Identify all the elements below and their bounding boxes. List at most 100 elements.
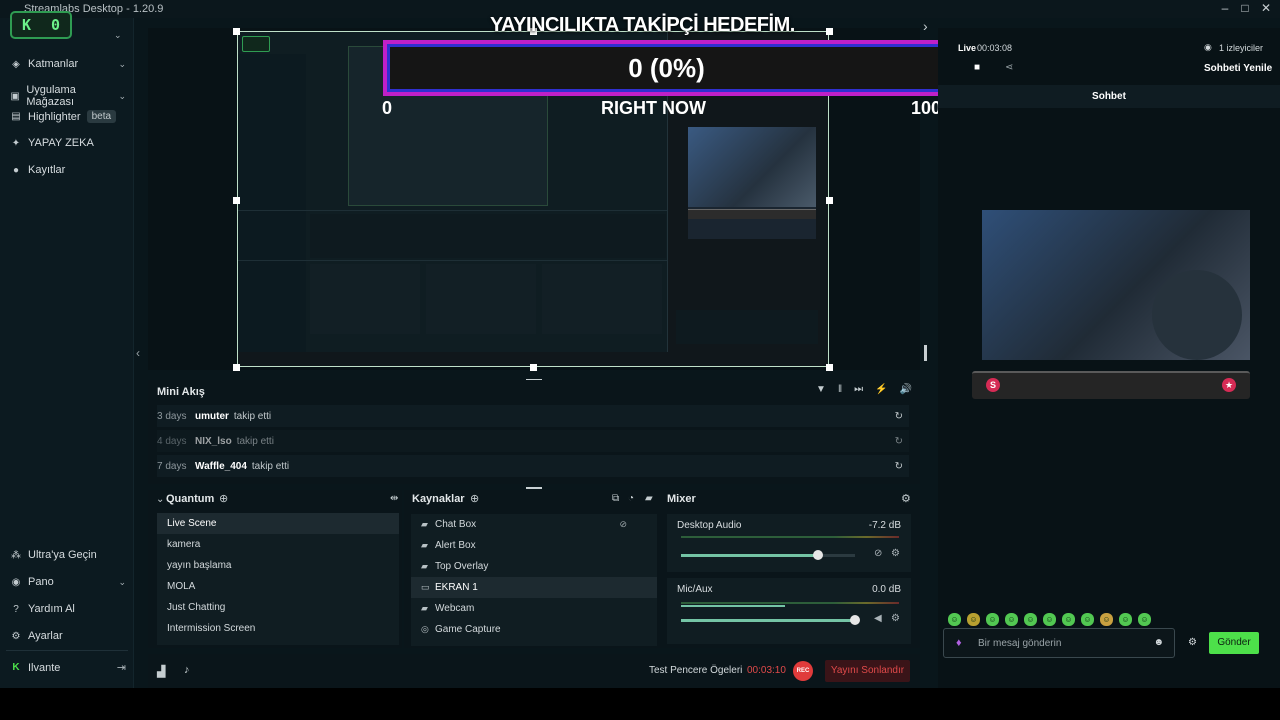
microphone-icon[interactable]: ♦ (956, 637, 962, 649)
resize-handle[interactable] (233, 28, 240, 35)
gear-icon[interactable]: ⚙ (901, 492, 911, 505)
emote-icon[interactable]: ☺ (1081, 613, 1094, 626)
emote-icon[interactable]: ☺ (948, 613, 961, 626)
sidebar-item-katmanlar[interactable]: ◈ Katmanlar ⌄ (10, 58, 126, 70)
emote-icon[interactable]: ☺ (1100, 613, 1113, 626)
logout-icon[interactable]: ⇥ (117, 661, 126, 674)
sidebar-item-settings[interactable]: ⚙ Ayarlar (10, 630, 126, 642)
add-folder-icon[interactable]: ▰ (645, 493, 653, 504)
chat-placeholder: Bir mesaj gönderin (978, 638, 1062, 649)
sidebar-item-ultra[interactable]: ⁂ Ultra'ya Geçin (10, 549, 126, 561)
volume-slider[interactable] (681, 550, 855, 560)
scene-collection-title[interactable]: Quantum (166, 493, 214, 505)
gear-icon[interactable]: ⚙ (1188, 637, 1197, 648)
monitor-icon: ▭ (421, 582, 430, 592)
hidden-eye-icon[interactable]: ⊘ (619, 519, 627, 530)
emoji-icon[interactable]: ☻ (1153, 637, 1164, 648)
source-item[interactable]: ▰ Chat Box ⊘ (411, 514, 657, 535)
volume-fill (681, 619, 855, 622)
camera-icon[interactable]: ■ (974, 62, 980, 73)
resize-handle[interactable] (826, 28, 833, 35)
rec-button[interactable]: REC (793, 661, 813, 681)
source-item[interactable]: ▰ Top Overlay (411, 556, 657, 577)
chevron-right-icon[interactable]: › (923, 18, 928, 34)
scene-item[interactable]: MOLA (157, 576, 399, 597)
emote-icon[interactable]: ☺ (1138, 613, 1151, 626)
chevron-down-icon[interactable]: ⌄ (114, 30, 122, 41)
sidebar-item-dashboard[interactable]: ◉ Pano ⌄ (10, 576, 126, 588)
sidebar-item-highlighter[interactable]: ▤ Highlighter beta (10, 110, 126, 123)
resize-handle[interactable] (826, 364, 833, 371)
minimize-button[interactable]: – (1215, 1, 1235, 15)
volume-knob[interactable] (850, 615, 860, 625)
stats-icon[interactable]: ▟ (157, 665, 165, 678)
pause-icon[interactable]: ‖ (838, 384, 842, 395)
replay-icon[interactable]: ↻ (895, 461, 903, 472)
chat-input[interactable]: ♦ Bir mesaj gönderin ☻ (943, 628, 1175, 658)
mute-notifications-icon[interactable]: ⚡ (875, 384, 887, 395)
drag-handle[interactable] (526, 487, 542, 489)
source-properties-icon[interactable]: ⧉ (612, 493, 619, 504)
chat-tab[interactable]: Sohbet (938, 85, 1280, 108)
test-widgets-button[interactable]: Test Pencere Ögeleri (649, 665, 742, 676)
resize-handle[interactable] (826, 197, 833, 204)
volume-knob[interactable] (813, 550, 824, 560)
replay-icon[interactable]: ↻ (895, 436, 903, 447)
add-scene-icon[interactable]: ⊕ (219, 492, 228, 505)
source-item[interactable]: ▰ Webcam (411, 598, 657, 619)
end-stream-button[interactable]: Yayını Sonlandır (825, 660, 910, 682)
resize-handle[interactable] (233, 364, 240, 371)
chevron-down-icon[interactable]: ⌄ (156, 494, 164, 505)
source-item[interactable]: ◎ Game Capture (411, 619, 657, 640)
emote-icon[interactable]: ☺ (1062, 613, 1075, 626)
filter-icon[interactable]: ▼ (816, 384, 826, 395)
nested-scenes (310, 264, 420, 334)
source-item[interactable]: ▰ Alert Box (411, 535, 657, 556)
share-icon[interactable]: ⋖ (1005, 62, 1013, 73)
emote-icon[interactable]: ☺ (1119, 613, 1132, 626)
user-account[interactable]: K Ilvante ⇥ (10, 661, 126, 675)
add-source-icon[interactable]: ⊕ (470, 492, 479, 505)
resize-handle[interactable] (233, 197, 240, 204)
replay-icon[interactable]: ↻ (895, 411, 903, 422)
emote-icon[interactable]: ☺ (1043, 613, 1056, 626)
visibility-icon[interactable]: ◔ (628, 493, 634, 504)
scene-list: Live Scene kamera yayın başlama MOLA Jus… (157, 513, 399, 645)
emote-icon[interactable]: ☺ (1024, 613, 1037, 626)
viewer-count: 1 izleyiciler (1219, 43, 1264, 53)
emote-icon[interactable]: ☺ (1005, 613, 1018, 626)
brand-badge-text: 0 (50, 16, 61, 34)
webcam-frame-bar (688, 209, 816, 219)
star-icon: ★ (1222, 378, 1236, 392)
emote-icon[interactable]: ☺ (967, 613, 980, 626)
volume-slider[interactable] (681, 615, 860, 625)
bell-icon[interactable]: ♪ (184, 664, 190, 676)
send-button[interactable]: Gönder (1209, 632, 1259, 654)
volume-icon[interactable]: ◀ (874, 613, 882, 624)
sidebar-item-recordings[interactable]: ● Kayıtlar (10, 164, 126, 176)
sidebar-item-ai[interactable]: ✦ YAPAY ZEKA (10, 137, 126, 149)
scene-item[interactable]: Just Chatting (157, 597, 399, 618)
resize-handle[interactable] (530, 364, 537, 371)
scene-item[interactable]: yayın başlama (157, 555, 399, 576)
sidebar-item-help[interactable]: ? Yardım Al (10, 603, 126, 615)
transition-icon[interactable]: ⇹ (390, 493, 398, 504)
sidebar-item-store[interactable]: ▣ Uygulama Mağazası ⌄ (10, 84, 126, 108)
goal-max: 100 (911, 98, 942, 118)
scene-item[interactable]: Live Scene (157, 513, 399, 534)
volume-icon[interactable]: 🔊 (900, 384, 912, 395)
panel-resize-handle[interactable] (924, 345, 927, 361)
source-label: EKRAN 1 (435, 582, 478, 593)
scene-item[interactable]: kamera (157, 534, 399, 555)
gear-icon[interactable]: ⚙ (891, 548, 900, 559)
source-item[interactable]: ▭ EKRAN 1 (411, 577, 657, 598)
scene-item[interactable]: Intermission Screen (157, 618, 399, 639)
skip-icon[interactable]: ⏭ (854, 384, 863, 395)
close-button[interactable]: ✕ (1256, 1, 1276, 15)
chevron-left-icon[interactable]: ‹ (136, 346, 140, 360)
gear-icon[interactable]: ⚙ (891, 613, 900, 624)
maximize-button[interactable]: □ (1235, 1, 1255, 15)
mute-icon[interactable]: ⊘ (874, 548, 882, 559)
emote-icon[interactable]: ☺ (986, 613, 999, 626)
refresh-chat-button[interactable]: Sohbeti Yenile (1204, 63, 1272, 74)
